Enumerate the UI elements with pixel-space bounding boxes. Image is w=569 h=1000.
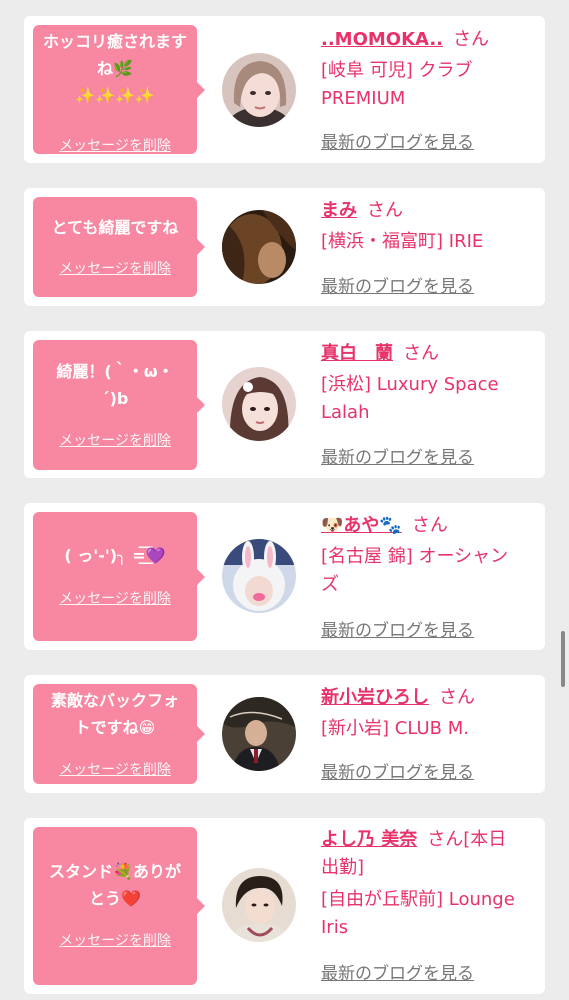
avatar[interactable] <box>222 697 296 771</box>
latest-blog-link[interactable]: 最新のブログを見る <box>321 272 474 297</box>
message-text: ( っ'-')╮ =͟͟͞💜 <box>64 546 166 565</box>
blog-link-wrapper: 最新のブログを見る <box>321 675 539 793</box>
blog-link-wrapper: 最新のブログを見る <box>321 818 539 994</box>
avatar[interactable] <box>222 53 296 127</box>
delete-message-link[interactable]: メッセージを削除 <box>33 930 197 950</box>
blog-link-wrapper: 最新のブログを見る <box>321 331 539 478</box>
blog-link-wrapper: 最新のブログを見る <box>321 188 539 306</box>
latest-blog-link[interactable]: 最新のブログを見る <box>321 758 474 783</box>
message-card: とても綺麗ですね メッセージを削除 まみ さん [横浜・福富町] IRIE 最新の… <box>24 188 545 306</box>
message-card: スタンド💐ありが とう❤️ メッセージを削除 よし乃 美奈 さん[本日 出勤] [… <box>24 818 545 994</box>
message-text: 綺麗！(｀・ω・ ´)b <box>56 362 174 408</box>
avatar[interactable] <box>222 868 296 942</box>
delete-message-link[interactable]: メッセージを削除 <box>33 759 197 779</box>
message-bubble: 素敵なバックフォ トですね😁 メッセージを削除 <box>33 684 205 784</box>
avatar[interactable] <box>222 210 296 284</box>
message-bubble: ( っ'-')╮ =͟͟͞💜 メッセージを削除 <box>33 512 205 641</box>
message-card: ホッコリ癒されますね🌿 ✨✨✨✨ メッセージを削除 ..MOMOKA.. さん [… <box>24 16 545 163</box>
latest-blog-link[interactable]: 最新のブログを見る <box>321 443 474 468</box>
message-text: スタンド💐ありが とう❤️ <box>49 862 181 908</box>
message-text: 素敵なバックフォ トですね😁 <box>50 691 179 737</box>
delete-message-link[interactable]: メッセージを削除 <box>33 588 197 608</box>
blog-link-wrapper: 最新のブログを見る <box>321 16 539 163</box>
message-text: とても綺麗ですね <box>51 218 179 237</box>
delete-message-link[interactable]: メッセージを削除 <box>33 258 197 278</box>
message-card: ( っ'-')╮ =͟͟͞💜 メッセージを削除 🐶あや🐾 さん [名古屋 錦] オ… <box>24 503 545 650</box>
message-bubble: とても綺麗ですね メッセージを削除 <box>33 197 205 297</box>
latest-blog-link[interactable]: 最新のブログを見る <box>321 128 474 153</box>
latest-blog-link[interactable]: 最新のブログを見る <box>321 959 474 984</box>
message-card: 素敵なバックフォ トですね😁 メッセージを削除 新小岩ひろし さん [新小岩] C… <box>24 675 545 793</box>
message-bubble: スタンド💐ありが とう❤️ メッセージを削除 <box>33 827 205 985</box>
message-bubble: 綺麗！(｀・ω・ ´)b メッセージを削除 <box>33 340 205 470</box>
message-text: ホッコリ癒されますね🌿 ✨✨✨✨ <box>42 32 187 105</box>
delete-message-link[interactable]: メッセージを削除 <box>33 430 197 450</box>
blog-link-wrapper: 最新のブログを見る <box>321 503 539 650</box>
avatar[interactable] <box>222 367 296 441</box>
scrollbar[interactable] <box>561 631 565 687</box>
avatar[interactable] <box>222 539 296 613</box>
delete-message-link[interactable]: メッセージを削除 <box>33 135 197 155</box>
latest-blog-link[interactable]: 最新のブログを見る <box>321 616 474 641</box>
message-bubble: ホッコリ癒されますね🌿 ✨✨✨✨ メッセージを削除 <box>33 25 205 155</box>
message-card: 綺麗！(｀・ω・ ´)b メッセージを削除 真白 蘭さん [浜松] Luxury… <box>24 331 545 478</box>
